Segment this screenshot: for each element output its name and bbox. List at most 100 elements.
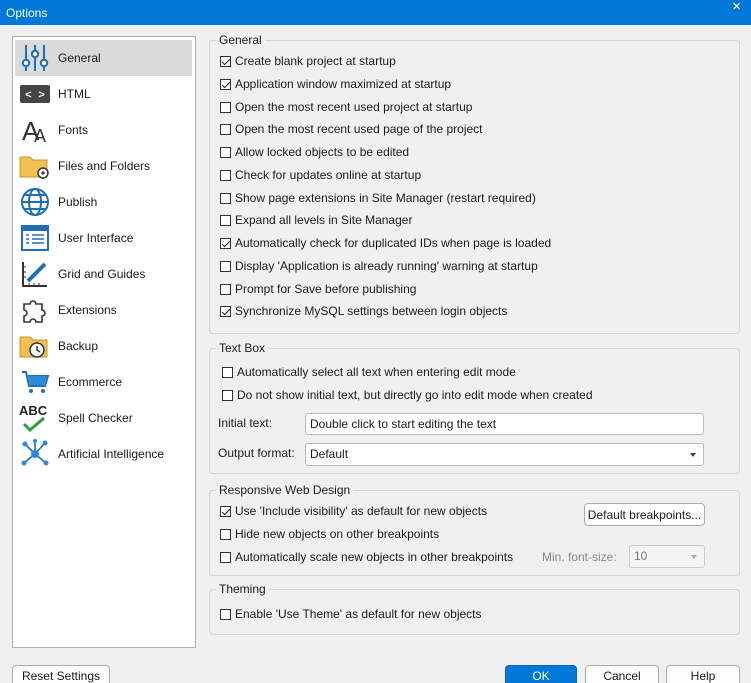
checkbox[interactable]	[220, 237, 231, 249]
checkbox[interactable]	[220, 169, 231, 181]
sidebar-item-ecommerce[interactable]: Ecommerce	[15, 364, 192, 400]
option-no-initial-text[interactable]: Do not show initial text, but directly g…	[222, 388, 593, 402]
chevron-down-icon	[690, 453, 696, 457]
chevron-down-icon	[691, 555, 697, 559]
output-format-select[interactable]: Default	[305, 443, 704, 466]
checkbox[interactable]	[220, 551, 231, 563]
checkbox[interactable]	[220, 283, 231, 295]
min-font-size-value: 10	[634, 549, 648, 563]
sidebar-item-html[interactable]: < > HTML	[15, 76, 192, 112]
puzzle-icon	[18, 293, 52, 327]
svg-text:ABC: ABC	[19, 403, 48, 418]
option-check-duplicated-ids[interactable]: Automatically check for duplicated IDs w…	[220, 236, 551, 250]
sidebar-item-spell-checker[interactable]: ABC Spell Checker	[15, 400, 192, 436]
checkbox[interactable]	[220, 192, 231, 204]
sidebar-item-label: User Interface	[58, 231, 134, 245]
responsive-group: Responsive Web Design Use 'Include visib…	[209, 483, 740, 576]
option-show-page-extensions[interactable]: Show page extensions in Site Manager (re…	[220, 191, 536, 205]
checkbox[interactable]	[220, 608, 231, 620]
option-create-blank-project[interactable]: Create blank project at startup	[220, 54, 396, 68]
sidebar-item-label: Fonts	[58, 123, 89, 137]
min-font-size-label: Min. font-size:	[542, 550, 617, 564]
initial-text-label: Initial text:	[218, 416, 273, 430]
sliders-icon	[18, 41, 52, 75]
abc-check-icon: ABC	[18, 401, 52, 435]
text-box-group: Text Box Automatically select all text w…	[209, 341, 740, 474]
sidebar-item-extensions[interactable]: Extensions	[15, 292, 192, 328]
sidebar-item-label: Extensions	[58, 303, 117, 317]
sidebar-item-label: Spell Checker	[58, 411, 133, 425]
theming-group: Theming Enable 'Use Theme' as default fo…	[209, 582, 740, 635]
window-title: Options	[6, 6, 48, 20]
sidebar-item-label: Ecommerce	[58, 375, 123, 389]
sidebar-item-fonts[interactable]: AA Fonts	[15, 112, 192, 148]
option-use-theme[interactable]: Enable 'Use Theme' as default for new ob…	[220, 607, 482, 621]
responsive-legend: Responsive Web Design	[216, 483, 354, 497]
help-button[interactable]: Help	[666, 665, 740, 683]
default-breakpoints-button[interactable]: Default breakpoints...	[584, 503, 705, 526]
checkbox[interactable]	[220, 260, 231, 272]
option-already-running-warning[interactable]: Display 'Application is already running'…	[220, 259, 538, 273]
sidebar-item-label: Grid and Guides	[58, 267, 146, 281]
general-legend: General	[216, 33, 265, 47]
ok-button[interactable]: OK	[505, 665, 577, 683]
sidebar-item-backup[interactable]: Backup	[15, 328, 192, 364]
min-font-size-select: 10	[629, 545, 705, 568]
globe-icon	[18, 185, 52, 219]
option-auto-select-text[interactable]: Automatically select all text when enter…	[222, 365, 516, 379]
option-window-maximized[interactable]: Application window maximized at startup	[220, 77, 451, 91]
folder-gear-icon	[18, 149, 52, 183]
checkbox[interactable]	[220, 305, 231, 317]
options-category-list[interactable]: General < > HTML AA Fonts Files and Fold…	[12, 36, 196, 648]
option-open-recent-project[interactable]: Open the most recent used project at sta…	[220, 100, 472, 114]
option-auto-scale[interactable]: Automatically scale new objects in other…	[220, 550, 513, 564]
sidebar-item-label: Files and Folders	[58, 159, 151, 173]
option-include-visibility[interactable]: Use 'Include visibility' as default for …	[220, 504, 487, 518]
checkbox[interactable]	[220, 123, 231, 135]
checkbox[interactable]	[220, 528, 231, 540]
sidebar-item-label: Artificial Intelligence	[58, 447, 165, 461]
option-prompt-save-publishing[interactable]: Prompt for Save before publishing	[220, 282, 416, 296]
option-sync-mysql[interactable]: Synchronize MySQL settings between login…	[220, 304, 507, 318]
sidebar-item-label: General	[58, 51, 101, 65]
checkbox[interactable]	[222, 366, 233, 378]
font-icon: AA	[18, 113, 52, 147]
checkbox[interactable]	[220, 55, 231, 67]
checkbox[interactable]	[220, 146, 231, 158]
sidebar-item-label: HTML	[58, 87, 91, 101]
svg-text:< >: < >	[25, 90, 45, 102]
sidebar-item-grid-and-guides[interactable]: Grid and Guides	[15, 256, 192, 292]
backup-folder-clock-icon	[18, 329, 52, 363]
general-group: General Create blank project at startup …	[209, 33, 740, 334]
initial-text-input[interactable]: Double click to start editing the text	[305, 413, 704, 435]
html-code-icon: < >	[18, 77, 52, 111]
checkbox[interactable]	[220, 214, 231, 226]
window-ui-icon	[18, 221, 52, 255]
checkbox[interactable]	[222, 389, 233, 401]
sidebar-item-general[interactable]: General	[15, 40, 192, 76]
sidebar-item-files-and-folders[interactable]: Files and Folders	[15, 148, 192, 184]
output-format-value: Default	[310, 447, 349, 461]
sidebar-item-publish[interactable]: Publish	[15, 184, 192, 220]
title-bar: Options ×	[0, 0, 751, 25]
option-check-updates[interactable]: Check for updates online at startup	[220, 168, 421, 182]
close-icon[interactable]: ×	[732, 0, 741, 14]
reset-settings-button[interactable]: Reset Settings	[12, 665, 110, 683]
svg-text:A: A	[34, 126, 46, 145]
checkbox[interactable]	[220, 101, 231, 113]
theming-legend: Theming	[216, 582, 269, 596]
cancel-button[interactable]: Cancel	[585, 665, 659, 683]
checkbox[interactable]	[220, 78, 231, 90]
output-format-label: Output format:	[218, 446, 295, 460]
option-allow-locked-edit[interactable]: Allow locked objects to be edited	[220, 145, 409, 159]
network-nodes-icon	[18, 437, 52, 471]
option-open-recent-page[interactable]: Open the most recent used page of the pr…	[220, 122, 483, 136]
option-hide-new-objects[interactable]: Hide new objects on other breakpoints	[220, 527, 439, 541]
sidebar-item-label: Backup	[58, 339, 99, 353]
checkbox[interactable]	[220, 505, 231, 517]
sidebar-item-artificial-intelligence[interactable]: Artificial Intelligence	[15, 436, 192, 472]
sidebar-item-user-interface[interactable]: User Interface	[15, 220, 192, 256]
option-expand-all-levels[interactable]: Expand all levels in Site Manager	[220, 213, 412, 227]
sidebar-item-label: Publish	[58, 195, 98, 209]
cart-icon	[18, 365, 52, 399]
